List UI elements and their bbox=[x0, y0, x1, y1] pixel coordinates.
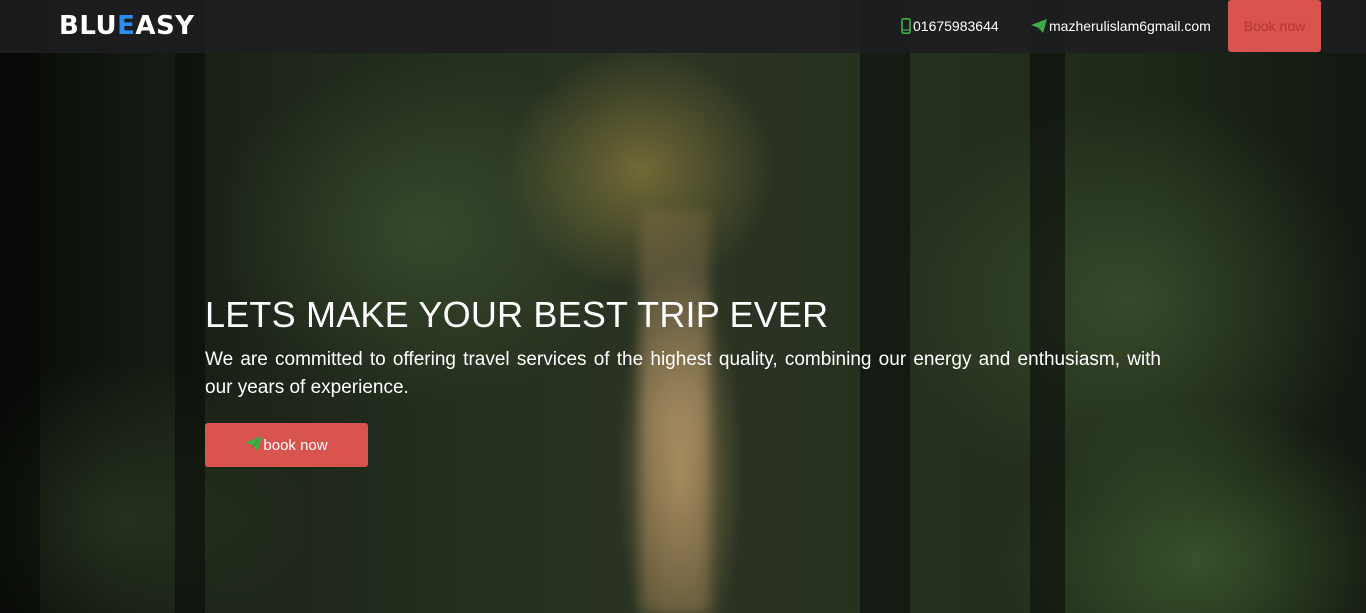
background-tree-trunk bbox=[0, 0, 40, 613]
brand-text-suffix: ASY bbox=[135, 11, 195, 41]
background-tree-trunk bbox=[175, 0, 205, 613]
email-address: mazherulislam6gmail.com bbox=[1049, 18, 1211, 34]
paper-plane-icon bbox=[245, 435, 263, 455]
hero-book-now-label: book now bbox=[263, 436, 328, 454]
nav-book-now-button[interactable]: Book now bbox=[1228, 0, 1321, 52]
hero-headline: LETS MAKE YOUR BEST TRIP EVER bbox=[205, 294, 829, 335]
brand-text-accent: E bbox=[117, 11, 136, 41]
hero-tagline: We are committed to offering travel serv… bbox=[205, 349, 1161, 398]
navbar: BLUEASY 01675983644 mazherulislam6gmail.… bbox=[0, 0, 1366, 53]
brand-text-prefix: BLU bbox=[59, 11, 118, 41]
brand-logo[interactable]: BLUEASY bbox=[59, 10, 195, 42]
hero-section: BLUEASY 01675983644 mazherulislam6gmail.… bbox=[0, 0, 1366, 613]
hero-book-now-button[interactable]: book now bbox=[205, 423, 368, 467]
phone-number: 01675983644 bbox=[913, 18, 999, 34]
email-contact: mazherulislam6gmail.com bbox=[1031, 17, 1211, 35]
paper-plane-icon bbox=[1031, 19, 1049, 33]
mobile-phone-icon bbox=[901, 18, 913, 34]
hero-content: LETS MAKE YOUR BEST TRIP EVER We are com… bbox=[205, 294, 1161, 467]
phone-contact: 01675983644 bbox=[901, 17, 999, 35]
